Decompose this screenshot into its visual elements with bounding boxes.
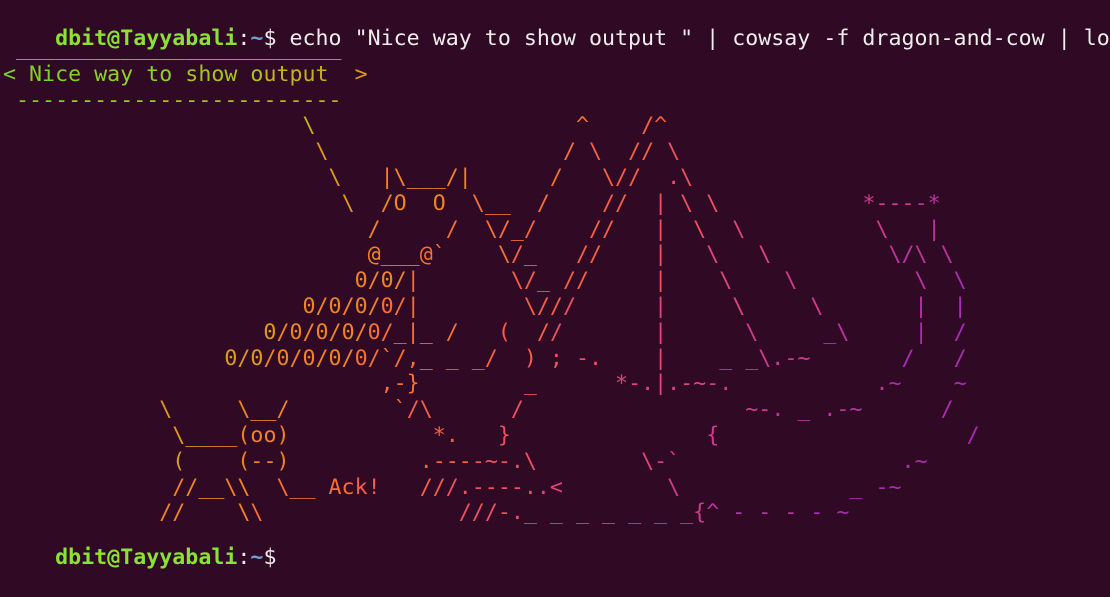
output-line: 0/0/0/0/0/_|_ / ( // | \ _\ | / [3,320,967,346]
output-line: ,-} _ *-.|.-~-. .~ ~ [3,371,967,397]
output-line: \ / \ // \ [3,139,680,165]
output-line: \ \__/ `/\ / ~-. _ .-~ / [3,397,954,423]
command-prompt-line: dbit@Tayyabali:~$ echo "Nice way to show… [3,0,1110,26]
output-line: //__\\ \__ Ack! ///.----..< \ _ -~ [3,475,902,501]
command-text: echo "Nice way to show output " | cowsay… [290,26,1110,51]
output-line: 0/0/0/0/0/0/`/,_ _ _/ ) ; -. | _ _\.-~ /… [3,346,967,372]
output-line: 0/0/0/0/| \/// | \ \ | | [3,294,967,320]
output-line: \____(oo) *. } { / [3,423,980,449]
final-prompt-line[interactable]: dbit@Tayyabali:~$ [3,519,303,545]
output-line: < Nice way to show output > [3,62,368,88]
output-line: 0/0/| \/_ // | \ \ \ \ [3,268,967,294]
output-line: / / \/_/ // | \ \ \ | [3,217,941,243]
output-line: \ /O O \__ / // | \ \ *----* [3,191,941,217]
output-line: \ ^ /^ [3,113,667,139]
output-line: @___@` \/_ // | \ \ \/\ \ [3,242,954,268]
output-line: \ |\___/| / \// .\ [3,165,693,191]
output-line: ( (--) .----~-.\ \-` .~ [3,449,928,475]
terminal-window[interactable]: dbit@Tayyabali:~$ echo "Nice way to show… [0,0,1110,558]
output-line: ------------------------- [3,88,342,114]
output-line: _________________________ [3,36,342,62]
